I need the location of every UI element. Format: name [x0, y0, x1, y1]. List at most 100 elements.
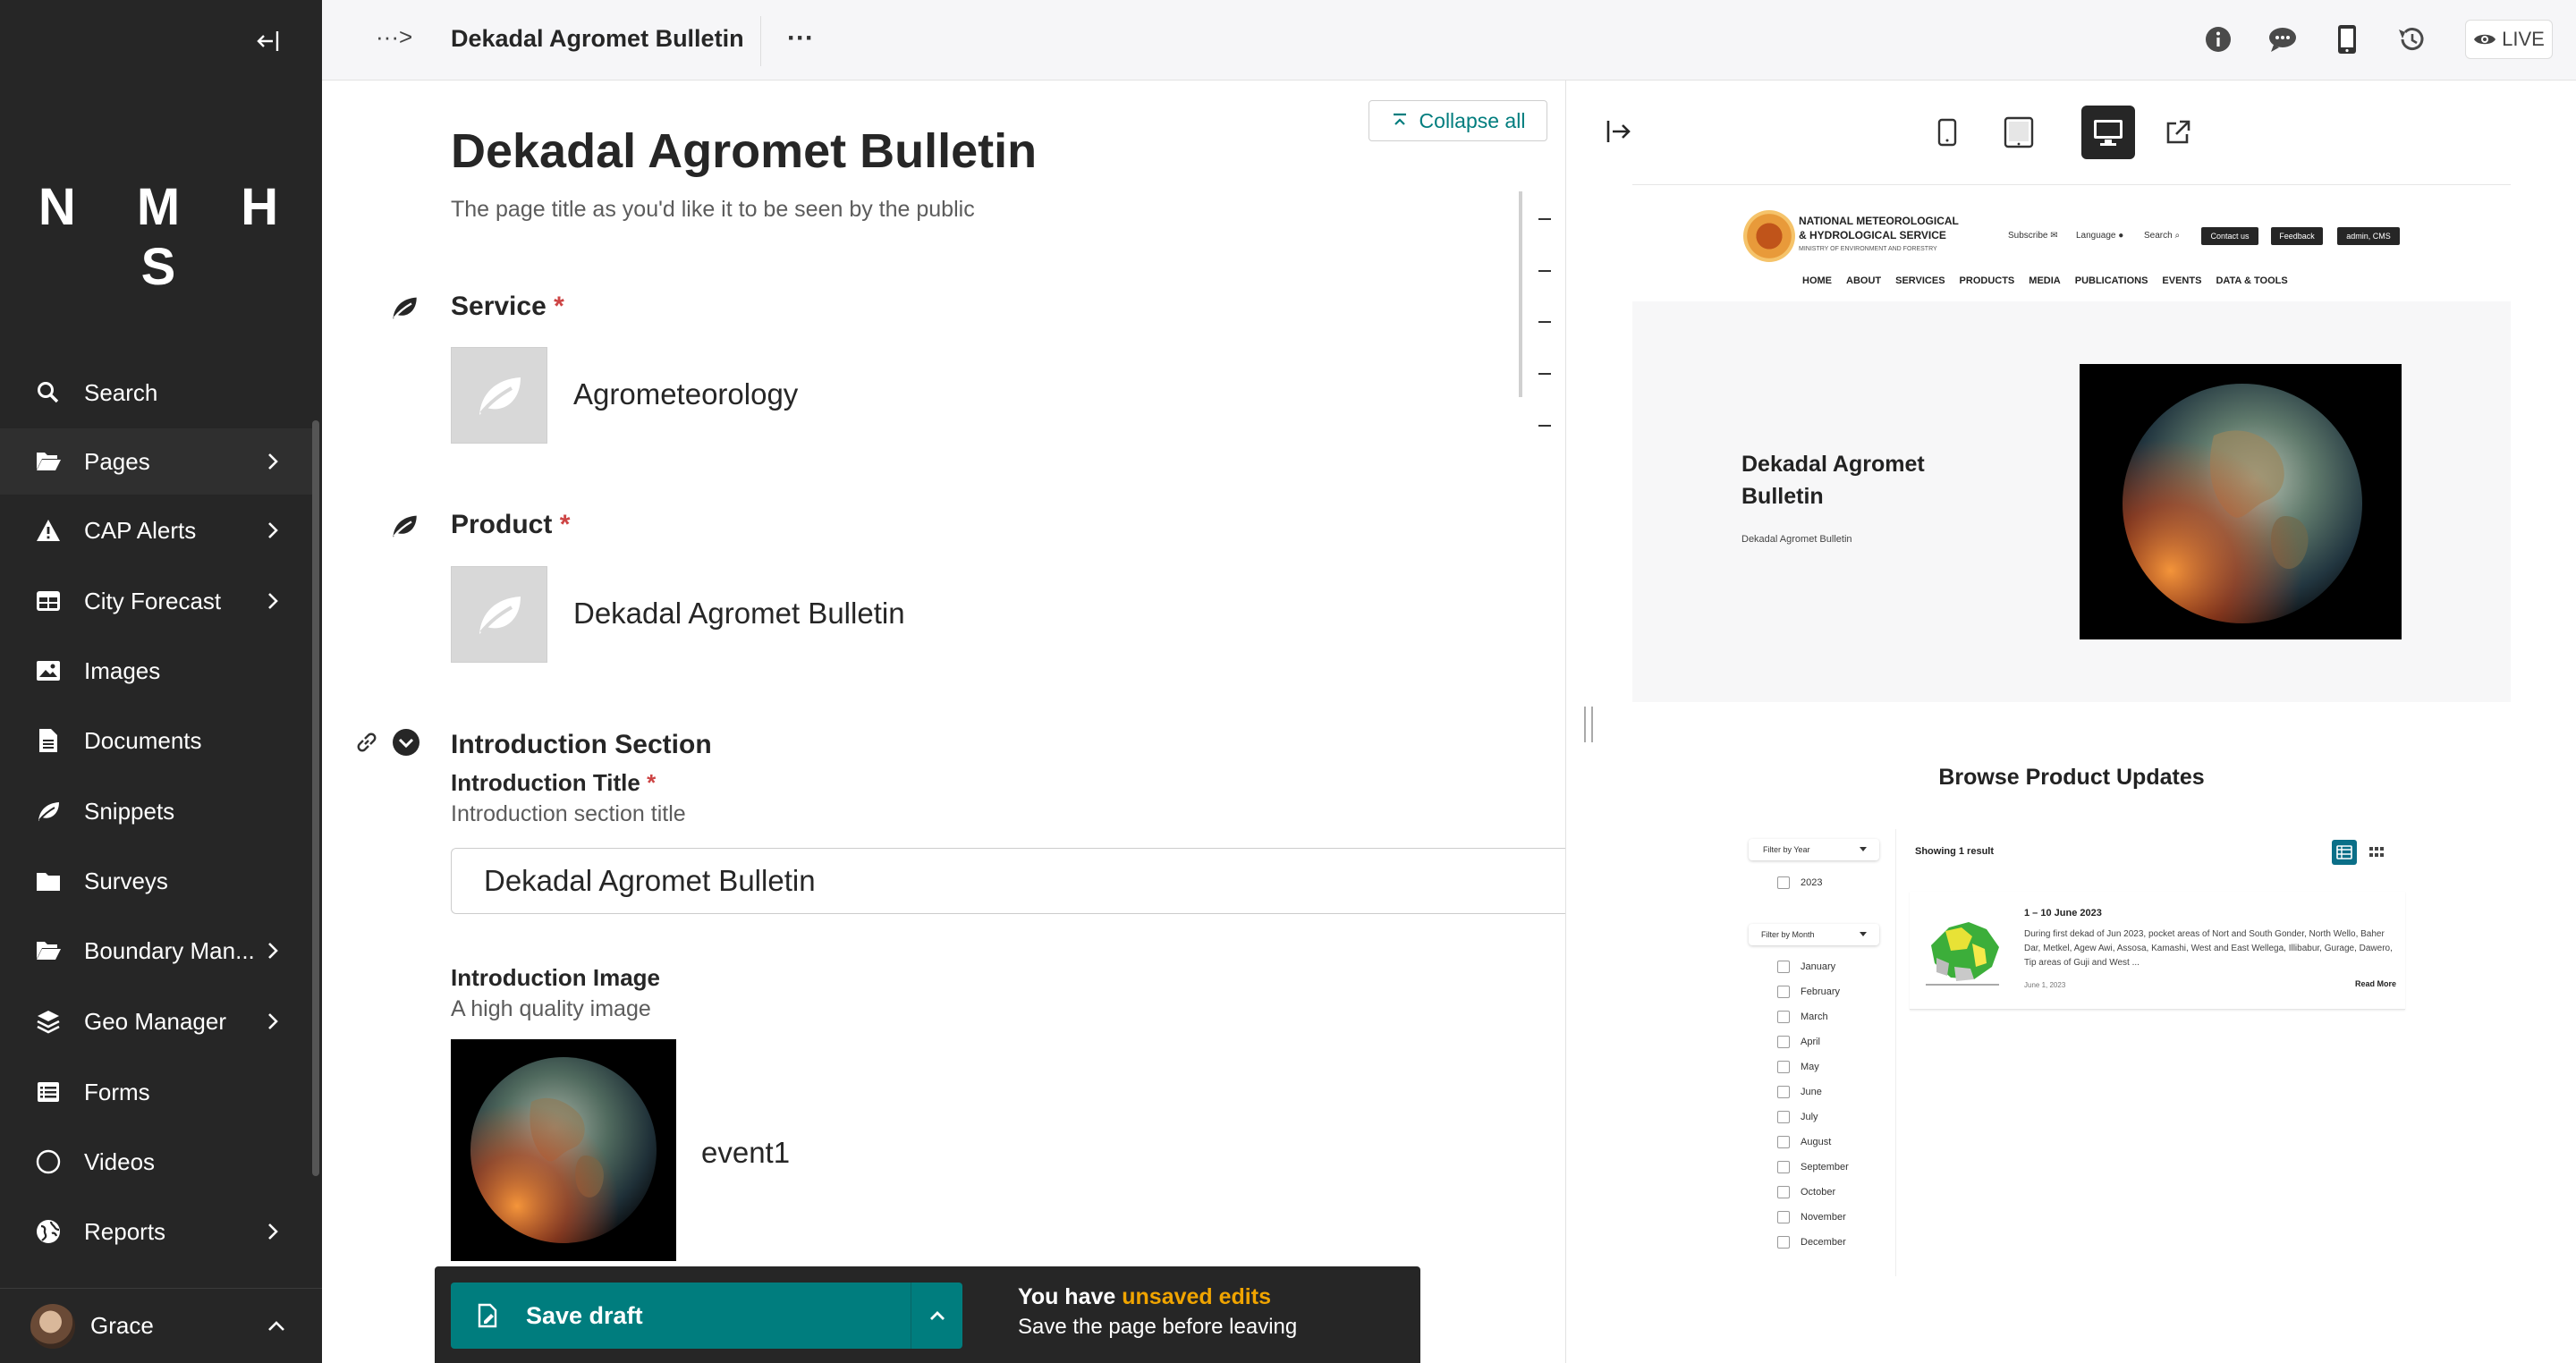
checkbox[interactable]: [1777, 876, 1790, 889]
sidebar-item-reports[interactable]: Reports: [0, 1198, 313, 1265]
checkbox[interactable]: [1777, 1236, 1790, 1249]
collapse-all-button[interactable]: Collapse all: [1368, 100, 1547, 141]
intro-title-input[interactable]: Dekadal Agromet Bulletin: [451, 848, 1567, 914]
chevron-up-icon[interactable]: [925, 1303, 950, 1328]
month-checkbox-row[interactable]: December: [1777, 1235, 1846, 1249]
minimap-marker[interactable]: [1538, 321, 1551, 323]
checkbox[interactable]: [1777, 1211, 1790, 1223]
minimap-marker[interactable]: [1538, 218, 1551, 220]
info-icon[interactable]: [2202, 23, 2234, 55]
sidebar-item-geo-manager[interactable]: Geo Manager: [0, 988, 313, 1054]
checkbox[interactable]: [1777, 1061, 1790, 1073]
checkbox[interactable]: [1777, 1086, 1790, 1098]
month-checkbox-row[interactable]: August: [1777, 1135, 1831, 1149]
filter-month-dropdown[interactable]: Filter by Month: [1749, 924, 1879, 945]
sidebar-item-label: Images: [84, 656, 161, 684]
close-preview-icon[interactable]: [1604, 116, 1636, 148]
site-nav-item[interactable]: MEDIA: [2029, 275, 2060, 286]
sidebar-item-pages[interactable]: Pages: [0, 428, 313, 495]
site-nav-item[interactable]: PRODUCTS: [1960, 275, 2015, 286]
read-more-link[interactable]: Read More: [2355, 979, 2396, 988]
more-actions-button[interactable]: ···: [787, 23, 814, 54]
site-contact-button[interactable]: Contact us: [2201, 227, 2258, 245]
site-nav-item[interactable]: EVENTS: [2162, 275, 2201, 286]
nmhs-logo[interactable]: [1743, 210, 1795, 262]
preview-tablet-icon[interactable]: [1992, 106, 2046, 159]
month-checkbox-row[interactable]: November: [1777, 1210, 1846, 1224]
filter-year-dropdown[interactable]: Filter by Year: [1749, 839, 1879, 860]
mobile-preview-icon[interactable]: [2331, 23, 2363, 55]
checkbox[interactable]: [1777, 1186, 1790, 1198]
site-subscribe-link[interactable]: Subscribe ✉: [2008, 231, 2058, 241]
collapse-section-toggle[interactable]: [392, 728, 420, 757]
site-search-link[interactable]: Search ⌕: [2144, 231, 2180, 241]
month-checkbox-row[interactable]: April: [1777, 1035, 1820, 1049]
grid-view-icon[interactable]: [2364, 840, 2389, 865]
sidebar-item-videos[interactable]: Videos: [0, 1129, 313, 1195]
link-icon[interactable]: [354, 730, 381, 757]
result-card[interactable]: 1 – 10 June 2023 During first dekad of J…: [1910, 892, 2405, 1010]
resize-handle[interactable]: [1584, 707, 1593, 742]
preview-desktop-icon[interactable]: [2081, 106, 2135, 159]
sidebar-item-images[interactable]: Images: [0, 638, 313, 704]
sidebar-item-forms[interactable]: Forms: [0, 1059, 313, 1125]
sidebar-scrollbar[interactable]: [312, 420, 319, 1176]
intro-image-thumbnail[interactable]: [451, 1039, 676, 1261]
product-chooser-thumbnail[interactable]: [451, 566, 547, 663]
site-name[interactable]: NATIONAL METEOROLOGICAL & HYDROLOGICAL SE…: [1799, 214, 1959, 242]
minimap-marker[interactable]: [1538, 373, 1551, 375]
checkbox[interactable]: [1777, 1111, 1790, 1123]
minimap-marker[interactable]: [1538, 270, 1551, 272]
site-nav-item[interactable]: ABOUT: [1846, 275, 1881, 286]
list-view-icon[interactable]: [2332, 840, 2357, 865]
month-checkbox-row[interactable]: May: [1777, 1060, 1819, 1074]
site-language-link[interactable]: Language ●: [2076, 231, 2123, 241]
checkbox[interactable]: [1777, 1136, 1790, 1148]
preview-mobile-icon[interactable]: [1920, 106, 1974, 159]
month-checkbox-row[interactable]: January: [1777, 960, 1835, 974]
site-nav-item[interactable]: SERVICES: [1895, 275, 1945, 286]
collapse-all-label: Collapse all: [1419, 108, 1526, 132]
site-nav-item[interactable]: DATA & TOOLS: [2216, 275, 2287, 286]
site-feedback-button[interactable]: Feedback: [2271, 227, 2323, 245]
history-icon[interactable]: [2395, 23, 2428, 55]
site-admin-button[interactable]: admin, CMS: [2337, 227, 2400, 245]
page-title-field[interactable]: Dekadal Agromet Bulletin: [451, 123, 1037, 179]
year-checkbox-row[interactable]: 2023: [1777, 876, 1822, 890]
sidebar-item-snippets[interactable]: Snippets: [0, 778, 313, 844]
comments-icon[interactable]: [2267, 23, 2299, 55]
breadcrumb-toggle[interactable]: ···>: [376, 23, 412, 51]
open-external-icon[interactable]: [2151, 106, 2205, 159]
minimap-marker[interactable]: [1538, 425, 1551, 427]
month-checkbox-row[interactable]: June: [1777, 1085, 1822, 1099]
month-checkbox-row[interactable]: March: [1777, 1010, 1828, 1024]
month-checkbox-row[interactable]: October: [1777, 1185, 1835, 1199]
collapse-sidebar-icon[interactable]: [252, 25, 284, 57]
sidebar-item-cap-alerts[interactable]: CAP Alerts: [0, 497, 313, 563]
checkbox[interactable]: [1777, 986, 1790, 998]
table-icon: [34, 587, 63, 615]
site-logo[interactable]: N M H S: [0, 177, 322, 297]
product-chooser-value[interactable]: Dekadal Agromet Bulletin: [573, 597, 905, 631]
site-nav-item[interactable]: PUBLICATIONS: [2075, 275, 2148, 286]
site-nav-item[interactable]: HOME: [1802, 275, 1832, 286]
sidebar-item-surveys[interactable]: Surveys: [0, 848, 313, 914]
intro-image-name[interactable]: event1: [701, 1136, 790, 1170]
sidebar-item-documents[interactable]: Documents: [0, 707, 313, 774]
checkbox[interactable]: [1777, 1011, 1790, 1023]
month-checkbox-row[interactable]: July: [1777, 1110, 1818, 1124]
live-status-button[interactable]: LIVE: [2465, 20, 2553, 59]
service-chooser-thumbnail[interactable]: [451, 347, 547, 444]
checkbox[interactable]: [1777, 961, 1790, 973]
sidebar-item-search[interactable]: Search: [0, 360, 313, 426]
account-menu[interactable]: Grace: [0, 1288, 322, 1363]
result-title[interactable]: 1 – 10 June 2023: [2024, 908, 2102, 919]
checkbox[interactable]: [1777, 1161, 1790, 1173]
sidebar-item-city-forecast[interactable]: City Forecast: [0, 568, 313, 634]
sidebar-item-boundary-manager[interactable]: Boundary Man...: [0, 918, 313, 984]
service-chooser-value[interactable]: Agrometeorology: [573, 377, 798, 411]
checkbox[interactable]: [1777, 1036, 1790, 1048]
save-draft-button[interactable]: Save draft: [451, 1283, 962, 1349]
month-checkbox-row[interactable]: February: [1777, 985, 1840, 999]
month-checkbox-row[interactable]: September: [1777, 1160, 1849, 1174]
